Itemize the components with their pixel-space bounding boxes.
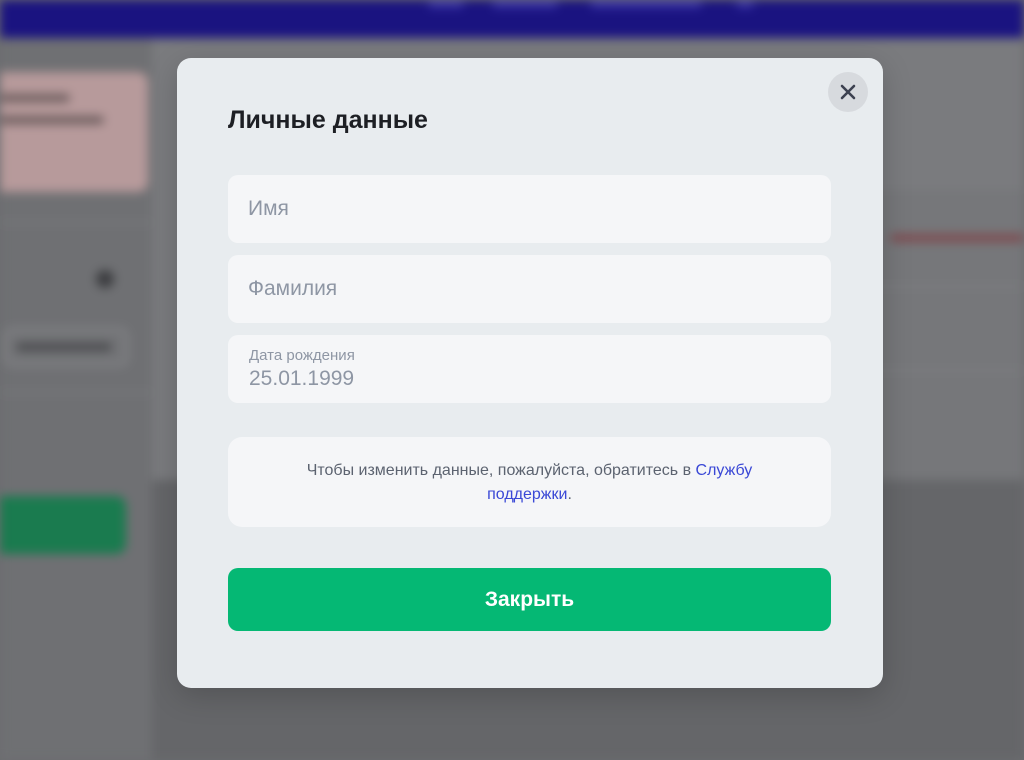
background-divider bbox=[860, 370, 1024, 371]
close-button[interactable]: Закрыть bbox=[228, 568, 831, 631]
info-text-end: . bbox=[567, 486, 572, 503]
background-alert bbox=[0, 72, 148, 192]
background-alert-line bbox=[0, 94, 70, 102]
last-name-field[interactable] bbox=[228, 255, 831, 323]
first-name-input[interactable] bbox=[228, 175, 831, 243]
last-name-input[interactable] bbox=[228, 255, 831, 323]
background-divider bbox=[860, 286, 1024, 287]
personal-data-modal: Личные данные Дата рождения 25.01.1999 Ч… bbox=[177, 58, 883, 688]
close-icon bbox=[840, 84, 856, 100]
background-top-bar bbox=[0, 0, 1024, 38]
background-nav-link bbox=[590, 0, 702, 8]
background-green-button bbox=[0, 496, 126, 554]
background-alert-line bbox=[0, 116, 104, 124]
background-nav-link bbox=[428, 0, 464, 8]
support-info-box: Чтобы изменить данные, пожалуйста, обрат… bbox=[228, 437, 831, 527]
birth-date-value: 25.01.1999 bbox=[249, 367, 355, 390]
background-divider bbox=[0, 392, 152, 393]
info-text: Чтобы изменить данные, пожалуйста, обрат… bbox=[306, 462, 696, 479]
background-chip-line bbox=[16, 343, 112, 351]
background-nav-link bbox=[492, 0, 558, 8]
close-modal-button[interactable] bbox=[828, 72, 868, 112]
background-chip bbox=[4, 328, 128, 366]
birth-date-label: Дата рождения bbox=[249, 347, 355, 364]
background-divider bbox=[0, 222, 152, 223]
background-red-line bbox=[890, 234, 1024, 242]
modal-title: Личные данные bbox=[228, 106, 428, 134]
background-dot-icon bbox=[96, 270, 114, 288]
birth-date-field[interactable]: Дата рождения 25.01.1999 bbox=[228, 335, 831, 403]
first-name-field[interactable] bbox=[228, 175, 831, 243]
background-nav-link bbox=[736, 0, 754, 8]
